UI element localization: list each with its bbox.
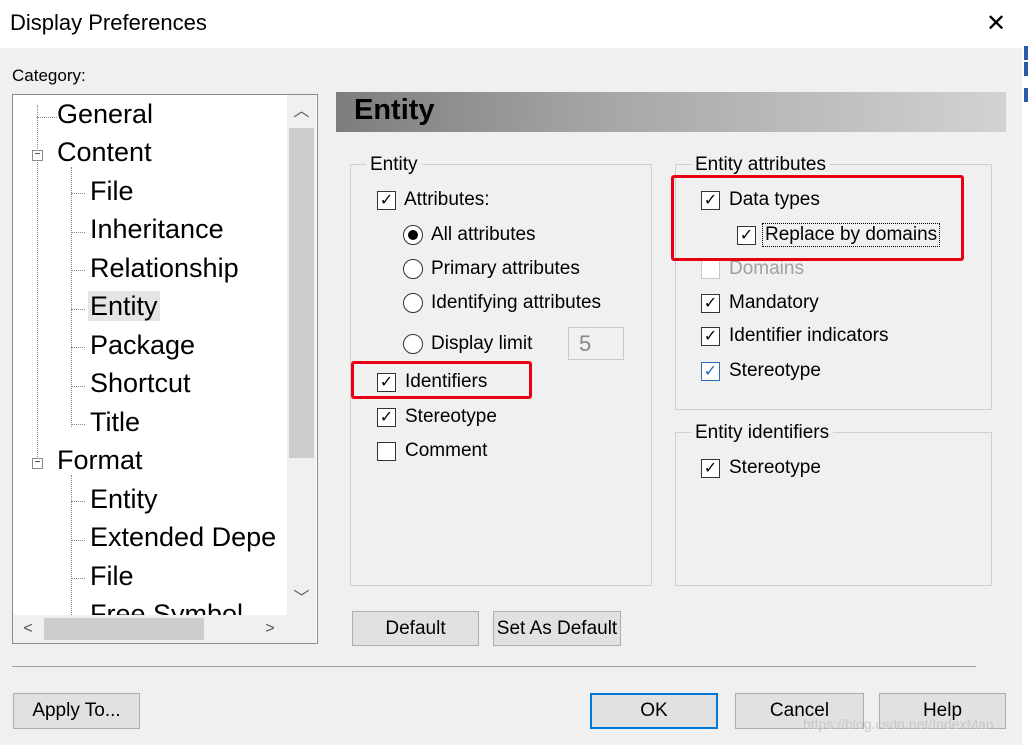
identifier-stereotype-checkbox[interactable]: ✓ [701,459,720,478]
identifiers-highlight [351,361,532,399]
domains-checkbox[interactable] [701,260,720,279]
display-limit-input[interactable]: 5 [568,327,624,360]
tree-line [71,167,72,427]
close-icon[interactable]: ✕ [980,8,1012,40]
scroll-right-icon[interactable]: > [256,615,284,643]
set-as-default-button[interactable]: Set As Default [493,611,621,646]
stereotype-label: Stereotype [405,406,497,427]
attributes-label: Attributes: [404,189,490,210]
watermark: https://blog.csdn.net/IndexMan [803,716,994,732]
tree-item-format-file[interactable]: File [88,561,136,592]
section-banner [336,92,1006,132]
edge-mark [1024,46,1028,60]
separator [12,666,976,667]
tree-line [71,270,85,271]
category-label: Category: [12,66,86,85]
identifying-attributes-radio[interactable] [403,293,423,313]
default-button[interactable]: Default [352,611,479,646]
tree-item-file[interactable]: File [88,176,136,207]
display-limit-label: Display limit [431,333,533,354]
vertical-scroll-thumb[interactable] [289,128,314,458]
attr-stereotype-label: Stereotype [729,360,821,381]
tree-item-inheritance[interactable]: Inheritance [88,214,226,245]
identifier-stereotype-label: Stereotype [729,457,821,478]
collapse-icon[interactable]: − [32,150,43,161]
window-title: Display Preferences [10,10,207,35]
tree-line [71,347,85,348]
tree-item-general[interactable]: General [55,99,155,130]
comment-checkbox[interactable] [377,442,396,461]
tree-item-relationship[interactable]: Relationship [88,253,241,284]
tree-line [71,309,85,310]
identifying-attributes-label: Identifying attributes [431,292,602,313]
scroll-corner [287,615,316,643]
entity-identifiers-group [675,432,992,586]
apply-to-button[interactable]: Apply To... [13,693,140,729]
edge-mark [1024,88,1028,102]
tree-item-entity[interactable]: Entity [88,291,160,322]
section-title: Entity [354,94,435,126]
data-types-highlight [671,175,964,261]
tree-item-package[interactable]: Package [88,330,197,361]
scroll-down-icon[interactable]: ﹀ [287,586,316,612]
tree-line [71,232,85,233]
tree-item-title[interactable]: Title [88,407,142,438]
scroll-left-icon[interactable]: < [14,615,42,643]
attributes-checkbox[interactable]: ✓ [377,191,396,210]
collapse-icon[interactable]: − [32,458,43,469]
all-attributes-radio[interactable] [403,225,423,245]
primary-attributes-radio[interactable] [403,259,423,279]
tree-item-format[interactable]: Format [55,445,145,476]
edge-strip [1022,0,1031,745]
scroll-up-icon[interactable]: ︿ [287,99,316,125]
attr-stereotype-checkbox[interactable]: ✓ [701,362,720,381]
tree-line [71,193,85,194]
tree-line [71,424,85,425]
comment-label: Comment [405,440,488,461]
primary-attributes-label: Primary attributes [431,258,580,279]
stereotype-checkbox[interactable]: ✓ [377,408,396,427]
entity-identifiers-legend: Entity identifiers [691,422,834,444]
category-tree[interactable]: − − General Content File Inheritance Rel… [12,94,318,644]
tree-line [71,540,85,541]
mandatory-label: Mandatory [729,292,819,313]
edge-mark [1024,62,1028,76]
tree-line [71,578,85,579]
domains-label: Domains [729,258,804,279]
tree-item-shortcut[interactable]: Shortcut [88,368,193,399]
tree-item-content[interactable]: Content [55,137,154,168]
tree-line [37,117,57,118]
horizontal-scroll-thumb[interactable] [44,618,204,640]
ok-button[interactable]: OK [590,693,718,729]
identifier-indicators-label: Identifier indicators [729,325,889,346]
tree-item-format-entity[interactable]: Entity [88,484,160,515]
identifier-indicators-checkbox[interactable]: ✓ [701,327,720,346]
mandatory-checkbox[interactable]: ✓ [701,294,720,313]
tree-line [71,386,85,387]
tree-item-extended-dependency[interactable]: Extended Depe [88,522,278,553]
all-attributes-label: All attributes [431,224,536,245]
display-limit-radio[interactable] [403,334,423,354]
tree-line [71,501,85,502]
entity-attributes-legend: Entity attributes [691,154,830,176]
entity-group-legend: Entity [366,154,422,176]
